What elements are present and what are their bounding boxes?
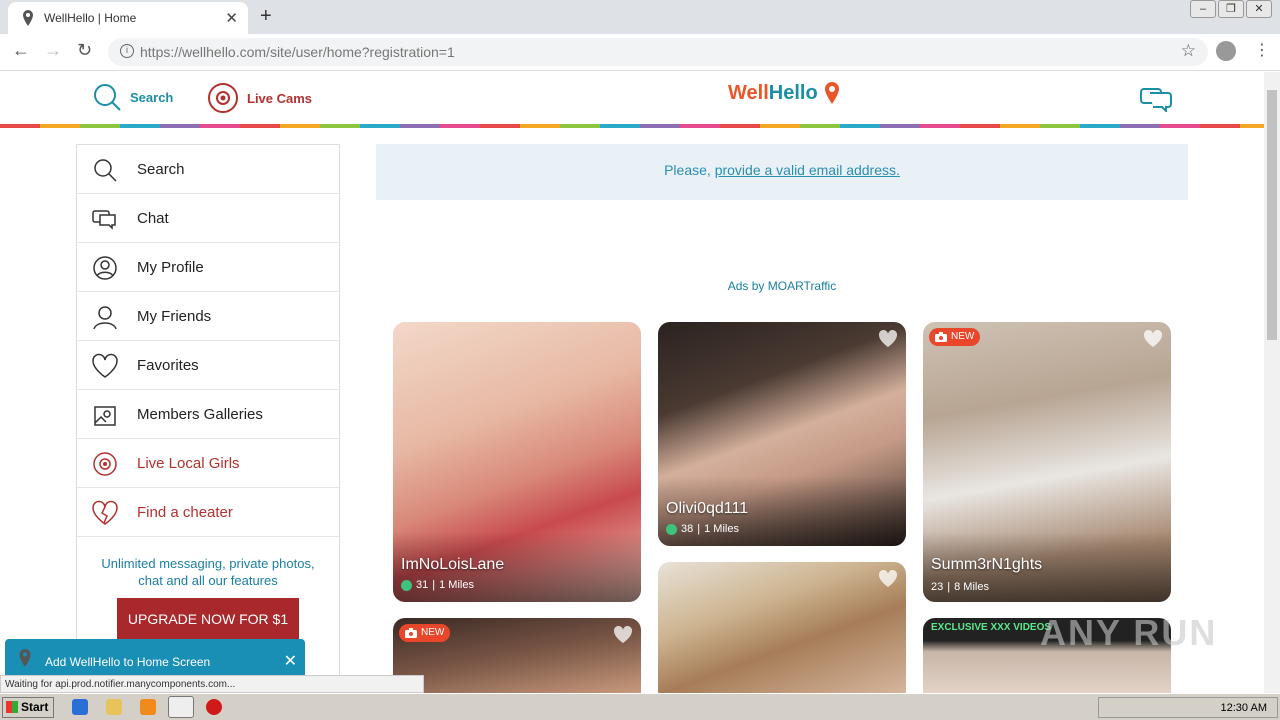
- favorite-heart-icon[interactable]: [1143, 330, 1163, 348]
- search-icon: [94, 84, 121, 111]
- browser-tabbar: WellHello | Home ✕ + – ❐ ✕: [0, 0, 1280, 34]
- scrollbar[interactable]: [1264, 72, 1280, 693]
- url-text: https://wellhello.com/site/user/home?reg…: [140, 44, 455, 60]
- upgrade-button[interactable]: UPGRADE NOW FOR $1: [117, 598, 299, 640]
- window-controls: – ❐ ✕: [1190, 0, 1272, 18]
- site-header: Search Live Cams WellHello: [0, 72, 1264, 124]
- anyrun-watermark: ANY RUN: [1040, 612, 1218, 653]
- pin-icon: [19, 649, 31, 667]
- back-icon[interactable]: ←: [12, 40, 30, 61]
- media-player-icon[interactable]: [140, 699, 156, 715]
- status-bar: Waiting for api.prod.notifier.manycompon…: [0, 675, 424, 693]
- sidebar: Search Chat My Profile My Friends Favori…: [76, 144, 340, 684]
- system-tray: 12:30 AM: [1098, 697, 1278, 718]
- new-badge: NEW: [929, 328, 981, 346]
- profile-card[interactable]: ImNoLoisLane 31 | 1 Miles: [393, 322, 641, 602]
- header-livecams-link[interactable]: Live Cams: [207, 82, 312, 114]
- ie-icon[interactable]: [72, 699, 88, 715]
- profile-card[interactable]: NEW: [393, 618, 641, 693]
- card-name: Olivi0qd111: [666, 500, 749, 517]
- ads-label[interactable]: Ads by MOARTraffic: [376, 279, 1188, 293]
- chat-icon: [92, 210, 116, 230]
- close-tab-icon[interactable]: ✕: [225, 9, 238, 27]
- profile-card[interactable]: NEW Summ3rN1ghts 23 | 8 Miles: [923, 322, 1171, 602]
- sidebar-item-members-galleries[interactable]: Members Galleries: [77, 390, 339, 439]
- profile-card[interactable]: [658, 562, 906, 693]
- close-window-button[interactable]: ✕: [1246, 0, 1272, 18]
- exclusive-videos-badge: EXCLUSIVE XXX VIDEOS: [931, 622, 1052, 633]
- browser-tab[interactable]: WellHello | Home ✕: [8, 2, 248, 34]
- bookmark-star-icon[interactable]: ☆: [1181, 41, 1196, 61]
- heart-icon: [92, 353, 118, 378]
- menu-icon[interactable]: ⋮: [1254, 40, 1270, 60]
- friends-icon: [93, 306, 117, 330]
- profile-icon[interactable]: [1216, 41, 1236, 61]
- sidebar-item-my-profile[interactable]: My Profile: [77, 243, 339, 292]
- webcam-icon: [208, 83, 238, 113]
- webcam-icon: [93, 452, 117, 476]
- card-meta: 38 | 1 Miles: [666, 523, 739, 535]
- favorite-heart-icon[interactable]: [613, 626, 633, 644]
- card-name: ImNoLoisLane: [401, 556, 505, 573]
- sidebar-item-search[interactable]: Search: [77, 145, 339, 194]
- favorite-heart-icon[interactable]: [878, 570, 898, 588]
- taskbar: Start 12:30 AM: [0, 693, 1280, 720]
- header-livecams-label: Live Cams: [247, 90, 313, 106]
- sidebar-item-live-local-girls[interactable]: Live Local Girls: [77, 439, 339, 488]
- search-icon: [94, 159, 117, 182]
- header-search-label: Search: [130, 89, 174, 105]
- clock: 12:30 AM: [1220, 702, 1267, 714]
- new-badge: NEW: [399, 624, 451, 642]
- email-alert: Please, provide a valid email address.: [376, 144, 1188, 200]
- card-meta: 31 | 1 Miles: [401, 579, 474, 591]
- camera-icon: [935, 332, 947, 342]
- card-meta: 23 | 8 Miles: [931, 581, 989, 593]
- browser-toolbar: ← → ↻ i https://wellhello.com/site/user/…: [0, 34, 1280, 71]
- online-status-dot: [401, 579, 412, 591]
- new-tab-button[interactable]: +: [260, 5, 272, 28]
- reload-icon[interactable]: ↻: [77, 40, 92, 61]
- gallery-icon: [94, 406, 116, 426]
- chrome-icon[interactable]: [168, 696, 194, 718]
- sidebar-item-my-friends[interactable]: My Friends: [77, 292, 339, 341]
- opera-icon[interactable]: [206, 699, 222, 715]
- info-icon[interactable]: i: [120, 44, 134, 58]
- sidebar-item-favorites[interactable]: Favorites: [77, 341, 339, 390]
- online-status-dot: [666, 523, 677, 535]
- windows-logo-icon: [6, 701, 18, 713]
- pin-icon: [23, 10, 33, 26]
- camera-icon: [405, 628, 417, 638]
- tab-title: WellHello | Home: [44, 11, 137, 25]
- rainbow-stripe: [0, 124, 1264, 128]
- wellhello-logo[interactable]: WellHello: [728, 82, 818, 105]
- provide-email-link[interactable]: provide a valid email address.: [715, 162, 900, 178]
- broken-heart-icon: [92, 500, 118, 525]
- forward-icon[interactable]: →: [44, 40, 62, 61]
- maximize-button[interactable]: ❐: [1218, 0, 1244, 18]
- start-button[interactable]: Start: [2, 697, 54, 718]
- profile-icon: [93, 256, 117, 280]
- promo-text: Unlimited messaging, private photos, cha…: [101, 556, 315, 588]
- close-icon[interactable]: ✕: [284, 651, 297, 671]
- profile-card[interactable]: Olivi0qd111 38 | 1 Miles: [658, 322, 906, 546]
- alert-prefix: Please,: [664, 162, 715, 178]
- add-to-home-label: Add WellHello to Home Screen: [45, 655, 211, 669]
- card-name: Summ3rN1ghts: [931, 556, 1043, 573]
- minimize-button[interactable]: –: [1190, 0, 1216, 18]
- sidebar-item-find-a-cheater[interactable]: Find a cheater: [77, 488, 339, 537]
- address-bar[interactable]: i https://wellhello.com/site/user/home?r…: [108, 38, 1208, 66]
- add-to-home-banner[interactable]: Add WellHello to Home Screen ✕: [5, 639, 305, 679]
- scroll-thumb[interactable]: [1267, 90, 1277, 340]
- favorite-heart-icon[interactable]: [878, 330, 898, 348]
- folder-icon[interactable]: [106, 699, 122, 715]
- sidebar-item-chat[interactable]: Chat: [77, 194, 339, 243]
- logo-pin-icon: [825, 82, 839, 104]
- header-search-link[interactable]: Search: [92, 82, 173, 112]
- chat-bubbles-icon[interactable]: [1140, 86, 1172, 112]
